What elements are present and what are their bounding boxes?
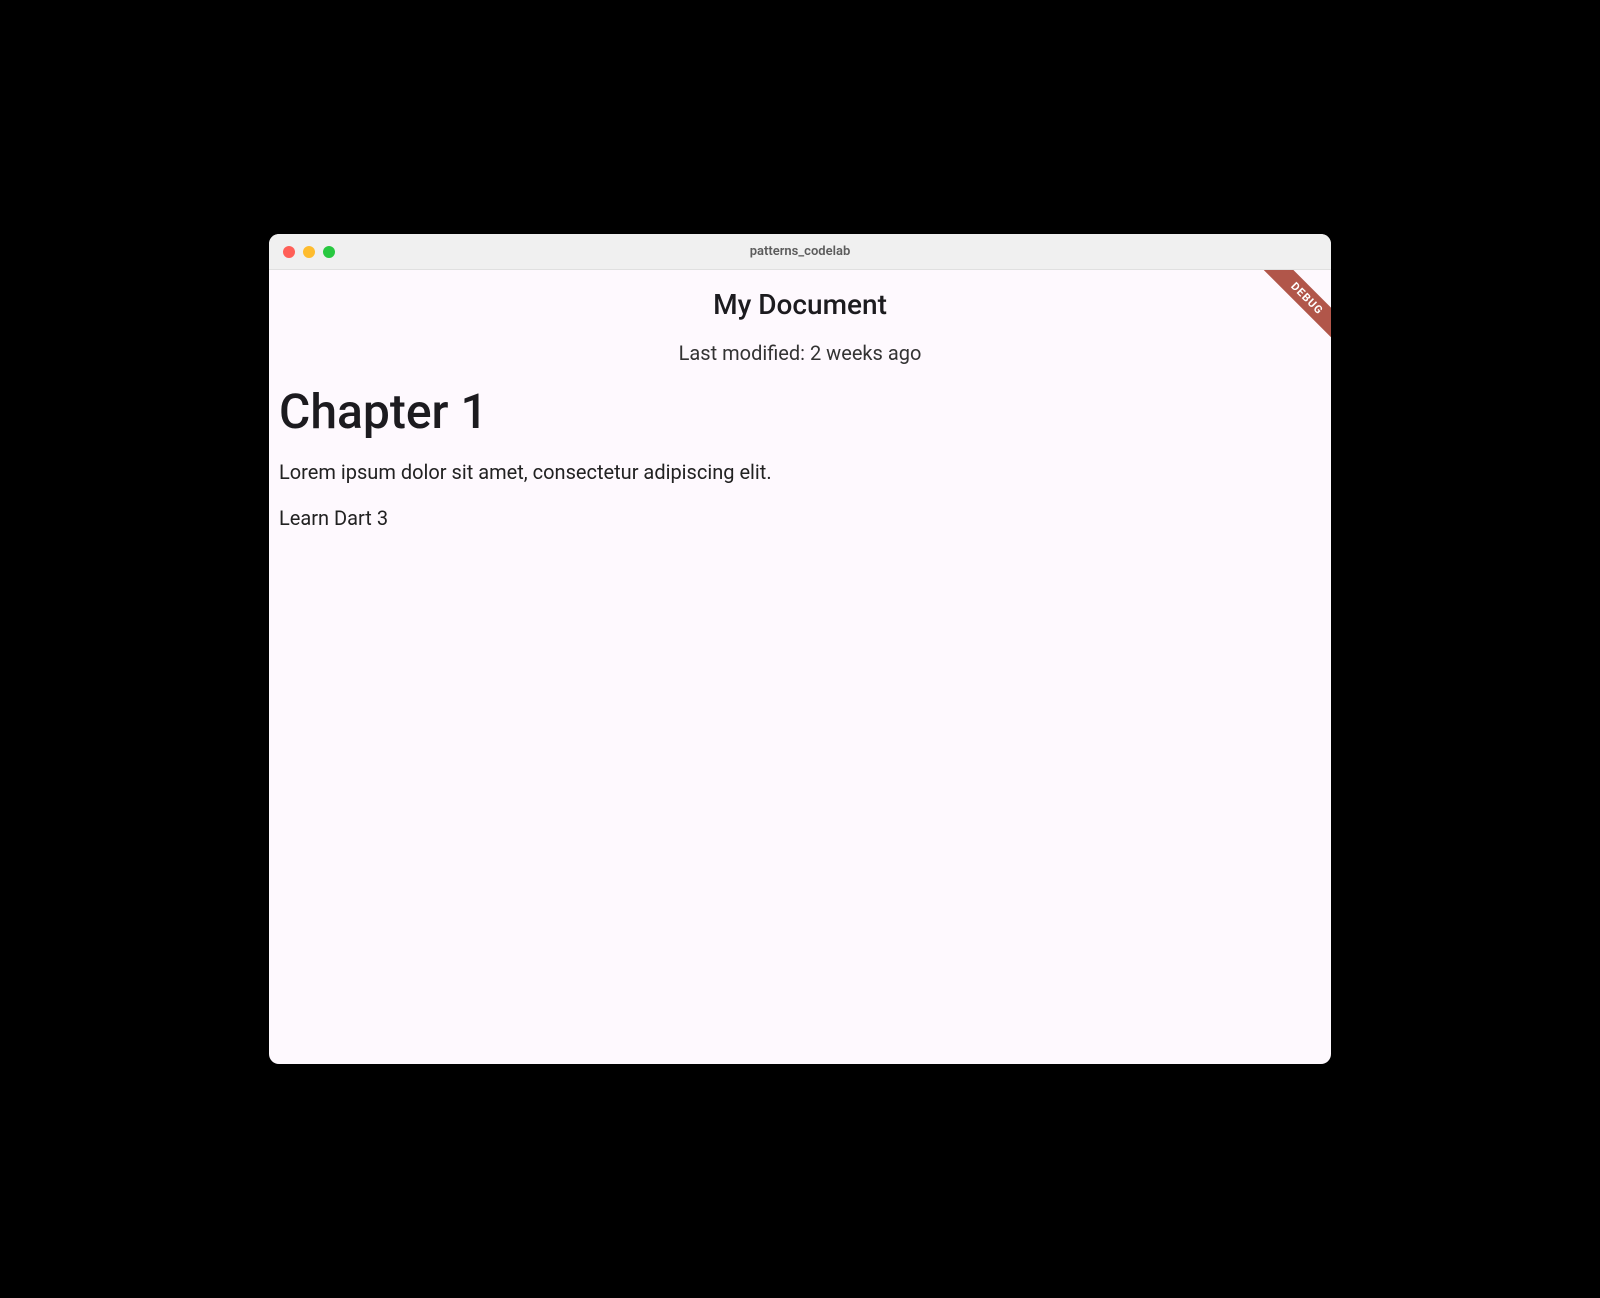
paragraph-text: Lorem ipsum dolor sit amet, consectetur … [279,460,1321,484]
window-title: patterns_codelab [750,244,851,259]
list-item-text: Learn Dart 3 [279,506,1321,530]
app-window: patterns_codelab DEBUG My Document Last … [269,234,1331,1064]
close-icon[interactable] [283,246,295,258]
app-content: DEBUG My Document Last modified: 2 weeks… [269,270,1331,1064]
titlebar[interactable]: patterns_codelab [269,234,1331,270]
document-body: Chapter 1 Lorem ipsum dolor sit amet, co… [269,383,1331,530]
app-header: My Document [269,270,1331,321]
traffic-lights [269,246,335,258]
chapter-heading: Chapter 1 [279,383,1321,440]
document-title: My Document [269,288,1331,321]
last-modified-label: Last modified: 2 weeks ago [269,341,1331,365]
maximize-icon[interactable] [323,246,335,258]
minimize-icon[interactable] [303,246,315,258]
